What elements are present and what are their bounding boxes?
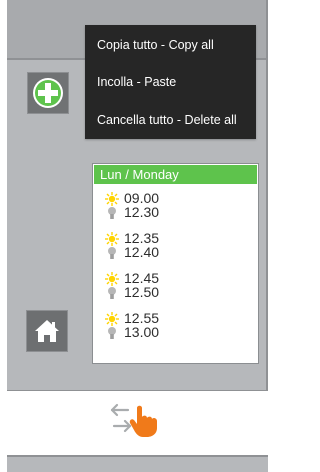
plus-circle-icon — [33, 78, 63, 108]
schedule-panel[interactable]: Lun / Monday 09.00 12.30 12.35 12.40 12.… — [92, 163, 259, 364]
off-time-row: 12.30 — [105, 204, 245, 220]
day-header: Lun / Monday — [94, 165, 257, 184]
off-time: 12.50 — [124, 284, 160, 300]
sun-icon — [105, 232, 119, 246]
off-time: 12.40 — [124, 244, 160, 260]
schedule-slot[interactable]: 12.35 12.40 — [105, 230, 245, 260]
bulb-icon — [108, 247, 116, 259]
off-time-row: 12.50 — [105, 284, 245, 300]
schedule-slot[interactable]: 12.45 12.50 — [105, 270, 245, 300]
menu-item-delete-all[interactable]: Cancella tutto - Delete all — [97, 113, 237, 127]
swipe-hand-icon — [110, 403, 157, 437]
add-button[interactable] — [27, 72, 69, 114]
context-menu: Copia tutto - Copy all Incolla - Paste C… — [85, 25, 256, 139]
bulb-icon — [108, 207, 116, 219]
bottom-bar — [7, 455, 268, 472]
home-button[interactable] — [26, 310, 68, 352]
schedule-slot[interactable]: 09.00 12.30 — [105, 190, 245, 220]
bulb-icon — [108, 327, 116, 339]
off-time-row: 13.00 — [105, 324, 245, 340]
screen-edge — [266, 0, 268, 390]
sun-icon — [105, 272, 119, 286]
off-time-row: 12.40 — [105, 244, 245, 260]
divider — [7, 390, 268, 391]
sun-icon — [105, 192, 119, 206]
sun-icon — [105, 312, 119, 326]
off-time: 12.30 — [124, 204, 160, 220]
schedule-slot[interactable]: 12.55 13.00 — [105, 310, 245, 340]
home-icon — [35, 320, 59, 342]
bulb-icon — [108, 287, 116, 299]
menu-item-copy-all[interactable]: Copia tutto - Copy all — [97, 38, 214, 52]
menu-item-paste[interactable]: Incolla - Paste — [97, 75, 176, 89]
off-time: 13.00 — [124, 324, 160, 340]
